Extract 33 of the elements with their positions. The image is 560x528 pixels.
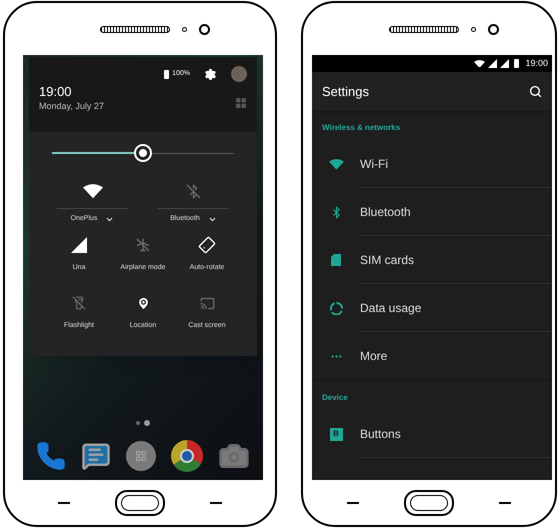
search-icon[interactable]: [529, 85, 542, 98]
avatar[interactable]: [231, 66, 247, 82]
message-icon[interactable]: [81, 441, 112, 471]
grid-icon[interactable]: [235, 97, 247, 109]
speaker-grille: [389, 26, 459, 32]
section-header: Wireless & networks: [321, 122, 402, 134]
battery-icon: [164, 70, 170, 78]
sim-card-icon: [331, 254, 341, 266]
speaker-grille: [100, 26, 170, 32]
settings-icon[interactable]: [204, 68, 217, 80]
app-bar-title: Settings: [322, 82, 369, 101]
settings-item[interactable]: Wi-Fi: [312, 140, 552, 188]
buttons-icon: B: [330, 428, 342, 440]
settings-item[interactable]: More: [312, 332, 552, 380]
settings-item[interactable]: B Buttons: [312, 410, 552, 458]
wifi-icon: [474, 60, 486, 68]
front-camera: [488, 24, 499, 34]
date: Monday, July 27: [39, 100, 104, 112]
front-camera: [199, 24, 210, 34]
data-usage-icon: [330, 302, 342, 314]
settings-item[interactable]: Bluetooth: [312, 188, 552, 236]
brightness-slider[interactable]: [52, 145, 234, 161]
wifi-icon: [328, 158, 344, 170]
settings-item[interactable]: SIM cards: [312, 236, 552, 284]
app-drawer-icon[interactable]: [126, 441, 156, 471]
section-header: Device: [321, 392, 349, 404]
phone-icon[interactable]: [36, 441, 66, 471]
brightness-thumb-icon[interactable]: [136, 146, 150, 160]
clock-time: 19:00: [39, 84, 73, 100]
browser-icon[interactable]: [170, 440, 203, 472]
status-time: 19:00: [525, 56, 548, 70]
battery-icon: [514, 59, 520, 68]
settings-item[interactable]: Data usage: [312, 284, 552, 332]
